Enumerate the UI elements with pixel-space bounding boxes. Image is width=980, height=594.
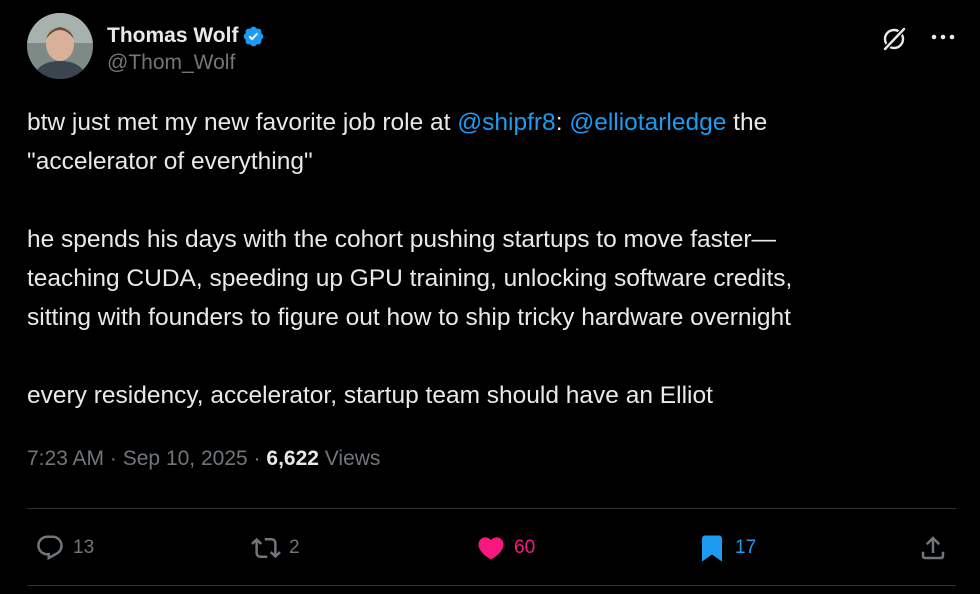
- display-name[interactable]: Thomas Wolf: [107, 24, 238, 48]
- tweet-text: btw just met my new favorite job role at…: [27, 103, 957, 415]
- action-bar: 13 2 60 17: [27, 528, 956, 568]
- mention-link-shipfr8[interactable]: @shipfr8: [457, 109, 555, 136]
- bookmark-filled-icon: [702, 535, 722, 562]
- avatar-photo: [27, 13, 93, 79]
- tweet-date[interactable]: Sep 10, 2025: [123, 447, 248, 470]
- tweet-line: every residency, accelerator, startup te…: [27, 382, 713, 409]
- tweet-line: teaching CUDA, speeding up GPU training,…: [27, 265, 793, 292]
- mention-link-elliotarledge[interactable]: @elliotarledge: [569, 109, 726, 136]
- divider: [27, 508, 956, 509]
- reply-count: 13: [73, 537, 95, 558]
- grok-icon[interactable]: [880, 25, 908, 53]
- verified-badge-icon: [244, 26, 264, 46]
- tweet-line: "accelerator of everything": [27, 148, 313, 175]
- heart-filled-icon: [478, 537, 504, 560]
- meta-separator: ·: [109, 447, 117, 470]
- share-icon: [921, 536, 945, 560]
- avatar[interactable]: [27, 13, 93, 79]
- reply-button[interactable]: 13: [35, 528, 94, 568]
- author-handle[interactable]: @Thom_Wolf: [107, 51, 235, 75]
- tweet-meta: 7:23 AM · Sep 10, 2025 · 6,622 Views: [27, 447, 380, 471]
- bookmark-count: 17: [735, 537, 757, 558]
- tweet-line: sitting with founders to figure out how …: [27, 304, 791, 331]
- meta-separator: ·: [253, 447, 261, 470]
- views-count: 6,622: [266, 447, 319, 470]
- name-row: Thomas Wolf: [107, 24, 265, 48]
- bookmark-button[interactable]: 17: [697, 528, 756, 568]
- views-label: Views: [324, 447, 381, 470]
- share-button[interactable]: [918, 528, 948, 568]
- repost-button[interactable]: 2: [251, 528, 300, 568]
- like-button[interactable]: 60: [476, 528, 535, 568]
- repost-icon: [251, 537, 281, 559]
- like-count: 60: [514, 537, 536, 558]
- tweet-header: Thomas Wolf @Thom_Wolf: [27, 13, 956, 79]
- reply-icon: [37, 535, 63, 561]
- divider: [27, 585, 956, 586]
- tweet-text-segment: :: [555, 109, 570, 136]
- repost-count: 2: [289, 537, 300, 558]
- tweet-line: btw just met my new favorite job role at…: [27, 103, 957, 142]
- tweet-text-segment: btw just met my new favorite job role at: [27, 109, 458, 136]
- tweet-text-segment: the: [726, 109, 768, 136]
- tweet-time[interactable]: 7:23 AM: [27, 447, 104, 470]
- tweet-line: he spends his days with the cohort pushi…: [27, 226, 777, 253]
- more-options-icon[interactable]: [930, 27, 956, 47]
